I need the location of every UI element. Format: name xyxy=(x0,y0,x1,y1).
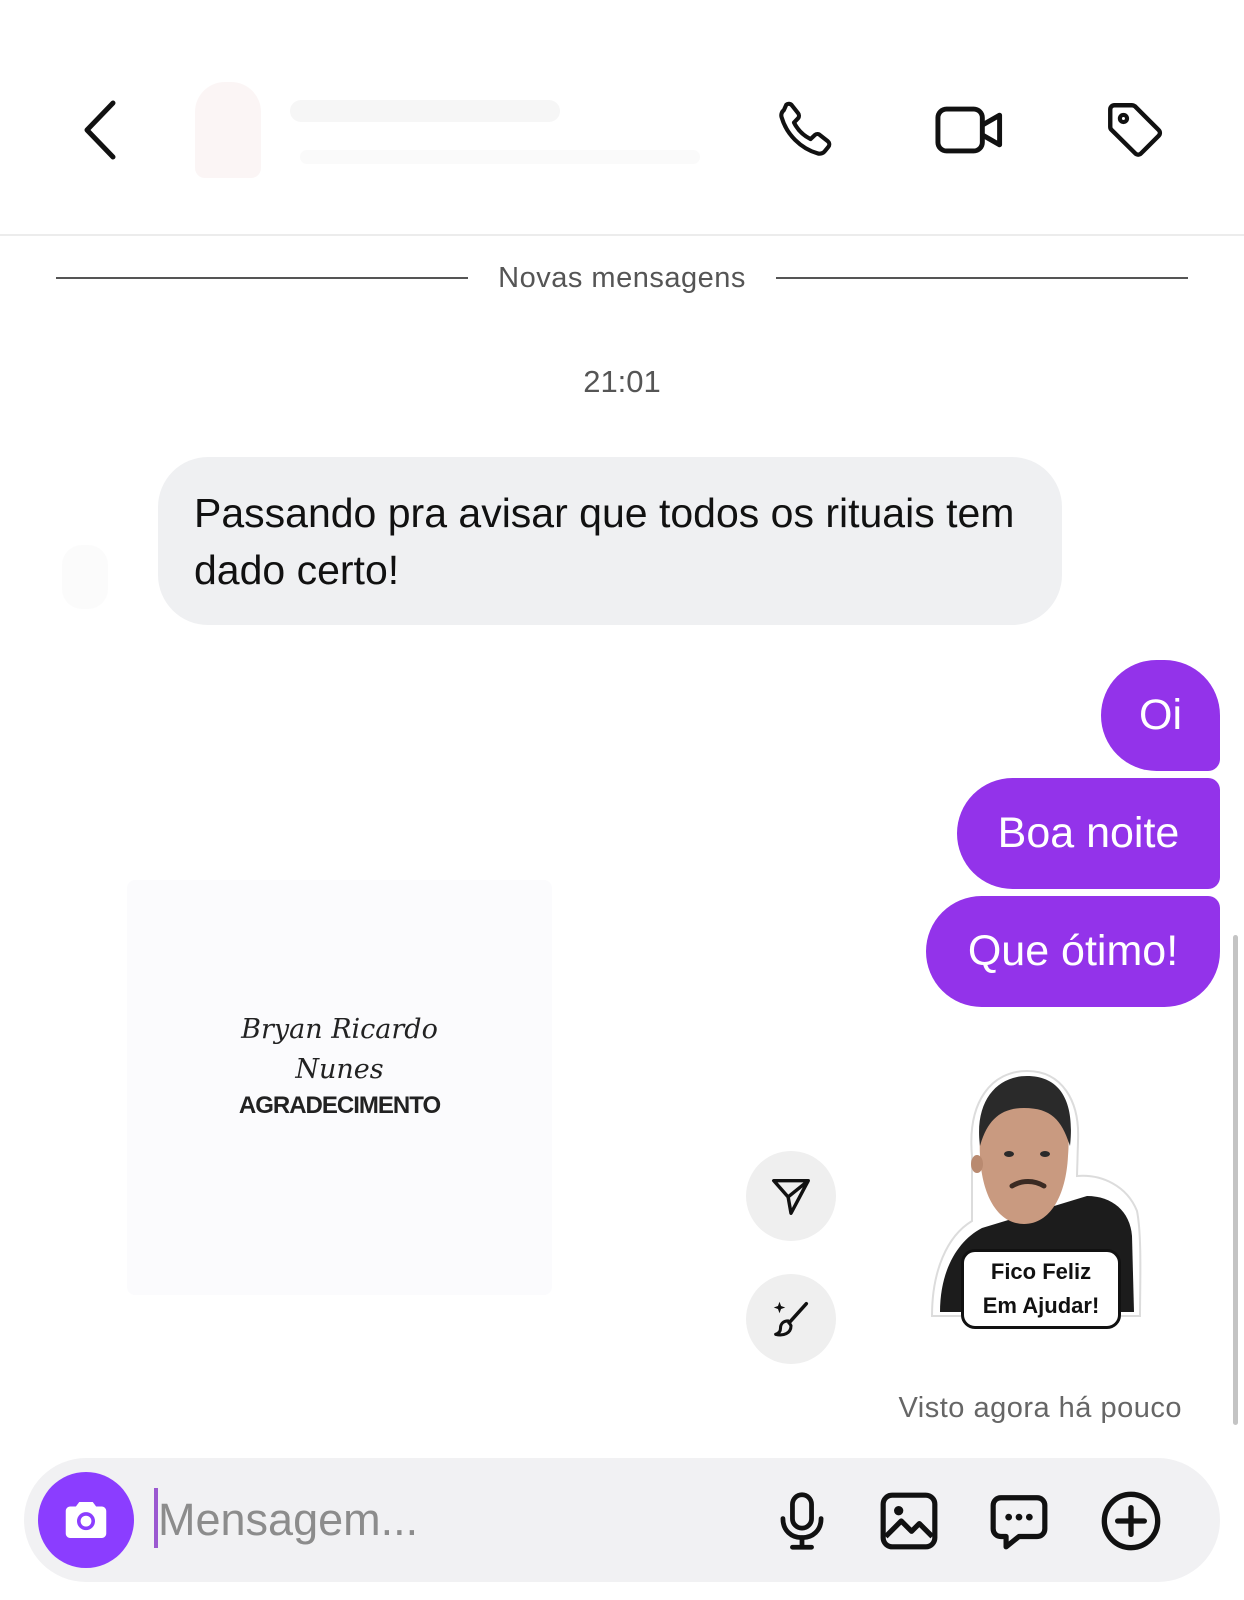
phone-icon xyxy=(779,101,832,156)
back-button[interactable] xyxy=(60,85,140,175)
outgoing-message-bubble[interactable]: Que ótimo! xyxy=(926,896,1220,1007)
send-icon xyxy=(772,1178,810,1215)
message-input[interactable] xyxy=(158,1480,718,1560)
card-signature-line: Bryan Ricardo xyxy=(241,1014,438,1045)
divider-line xyxy=(775,277,1188,279)
divider-line xyxy=(56,277,469,279)
contact-avatar[interactable] xyxy=(195,82,261,178)
tag-icon xyxy=(1108,103,1163,157)
card-signature: Bryan Ricardo Nunes xyxy=(127,1010,552,1090)
sticker-caption-line: Fico Feliz xyxy=(990,1259,1092,1284)
contact-status-blurred xyxy=(300,150,700,164)
chat-header xyxy=(0,0,1244,236)
gallery-button[interactable] xyxy=(874,1486,944,1556)
contact-name-blurred[interactable] xyxy=(290,100,560,122)
plus-circle-icon xyxy=(1101,1491,1161,1551)
camera-button[interactable] xyxy=(38,1472,134,1568)
message-composer xyxy=(24,1458,1220,1582)
outgoing-message-bubble[interactable]: Oi xyxy=(1101,660,1220,771)
image-icon xyxy=(880,1492,938,1550)
chevron-left-icon xyxy=(84,100,116,160)
chat-bubble-icon xyxy=(990,1495,1048,1550)
sender-avatar[interactable] xyxy=(62,545,108,609)
sticker-caption-line: Em Ajudar! xyxy=(982,1293,1100,1318)
camera-icon xyxy=(65,1502,107,1538)
video-call-button[interactable] xyxy=(930,95,1010,165)
more-options-button[interactable] xyxy=(1096,1486,1166,1556)
divider-label: Novas mensagens xyxy=(498,261,746,294)
shared-image-card[interactable]: Bryan Ricardo Nunes AGRADECIMENTO xyxy=(127,880,552,1295)
voice-message-button[interactable] xyxy=(767,1486,837,1556)
microphone-icon xyxy=(780,1492,824,1550)
new-messages-divider: Novas mensagens xyxy=(56,258,1188,298)
share-button[interactable] xyxy=(746,1151,836,1241)
video-camera-icon xyxy=(935,106,1003,154)
magic-brush-icon xyxy=(773,1301,809,1337)
tag-button[interactable] xyxy=(1100,95,1170,165)
message-timestamp: 21:01 xyxy=(583,364,661,399)
outgoing-message-bubble[interactable]: Boa noite xyxy=(957,778,1220,889)
quick-reply-button[interactable] xyxy=(984,1486,1054,1556)
incoming-message-bubble[interactable]: Passando pra avisar que todos os rituais… xyxy=(158,457,1062,625)
sticker-caption: Fico Feliz Em Ajudar! xyxy=(961,1249,1121,1329)
card-title: AGRADECIMENTO xyxy=(238,1092,441,1119)
scrollbar[interactable] xyxy=(1233,935,1238,1425)
seen-status: Visto agora há pouco xyxy=(898,1392,1182,1424)
sticker-message[interactable]: Fico Feliz Em Ajudar! xyxy=(912,1046,1168,1346)
voice-call-button[interactable] xyxy=(770,95,840,165)
card-signature-line: Nunes xyxy=(295,1054,384,1085)
edit-sticker-button[interactable] xyxy=(746,1274,836,1364)
